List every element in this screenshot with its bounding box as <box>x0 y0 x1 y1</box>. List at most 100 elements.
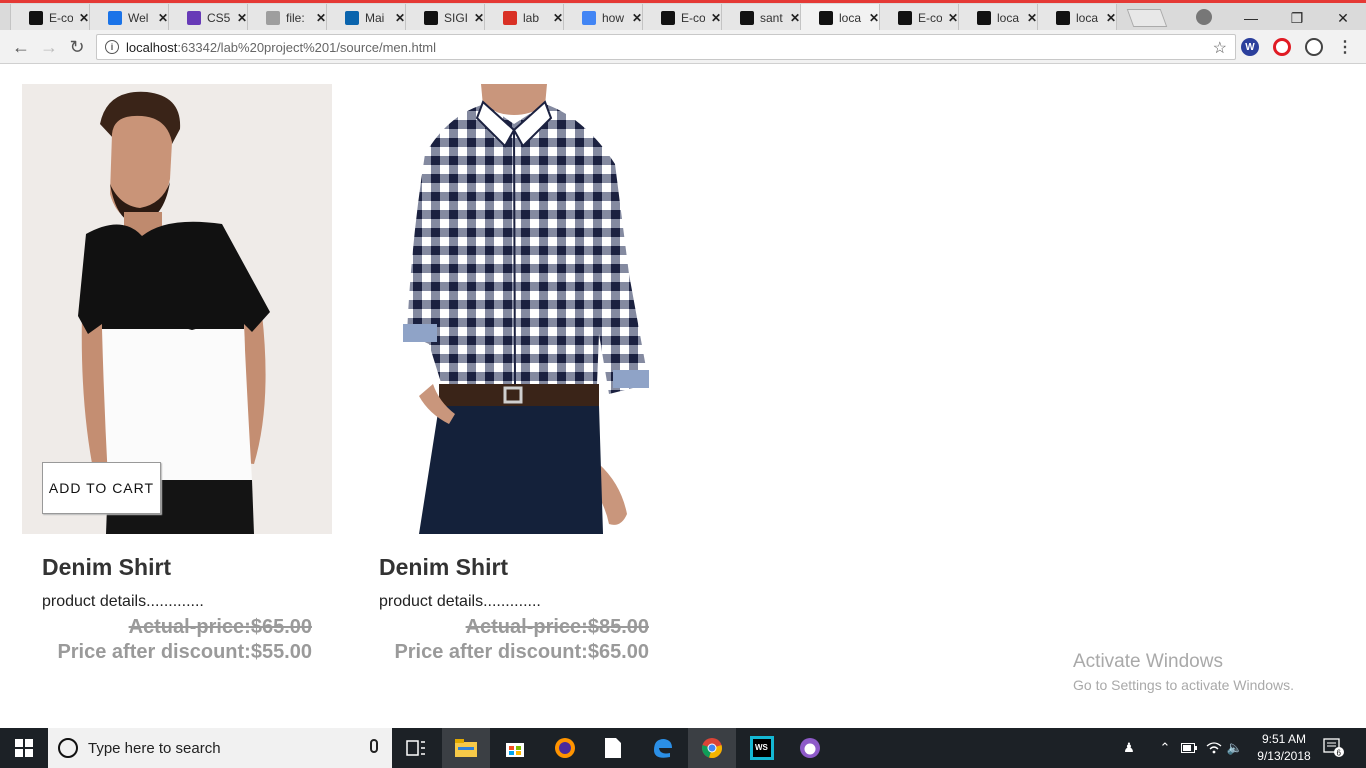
webstorm-icon <box>661 10 675 25</box>
activate-windows-watermark: Activate Windows Go to Settings to activ… <box>1073 651 1294 693</box>
tab-close-icon[interactable]: ✕ <box>632 11 642 25</box>
edge-icon[interactable] <box>638 728 686 768</box>
notepad-icon[interactable] <box>589 728 637 768</box>
tab-close-icon[interactable]: ✕ <box>474 11 484 25</box>
show-hidden-icons-button[interactable]: ⌃ <box>1156 728 1174 768</box>
outlook-icon <box>345 10 359 25</box>
tab-close-icon[interactable]: ✕ <box>948 11 958 25</box>
file-explorer-icon[interactable] <box>442 728 490 768</box>
microphone-icon[interactable] <box>370 739 378 753</box>
address-bar[interactable]: i localhost:63342/lab%20project%201/sour… <box>96 34 1236 60</box>
new-tab-button[interactable] <box>1126 9 1168 27</box>
tab-title: E-co <box>49 10 73 25</box>
browser-tab[interactable]: sant ✕ <box>721 4 801 31</box>
github-desktop-icon[interactable] <box>786 728 834 768</box>
actual-price: Actual-price:$65.00 <box>128 616 312 638</box>
tab-title: SIGI <box>444 10 468 25</box>
tab-close-icon[interactable]: ✕ <box>237 11 247 25</box>
product-image-checked-shirt[interactable] <box>359 84 669 534</box>
browser-tab[interactable]: E-co ✕ <box>879 4 959 31</box>
menu-icon[interactable]: ⋮ <box>1336 38 1354 56</box>
webstorm-icon <box>977 10 991 25</box>
action-center-icon[interactable]: 6 <box>1322 728 1346 768</box>
start-button[interactable] <box>0 728 48 768</box>
wifi-icon[interactable] <box>1204 728 1224 768</box>
windows-taskbar: Type here to search WS ♟ ⌃ 🔈 9:51 AM 9/1… <box>0 728 1366 768</box>
url-host: localhost <box>126 39 178 55</box>
wordpress-extension-icon[interactable]: W <box>1241 38 1259 56</box>
browser-tab[interactable]: lab ✕ <box>484 4 564 31</box>
browser-tab[interactable]: CS5 ✕ <box>168 4 248 31</box>
webstorm-icon <box>819 11 833 25</box>
taskbar-search-box[interactable]: Type here to search <box>48 728 392 768</box>
chrome-icon[interactable] <box>688 728 736 768</box>
site-info-icon[interactable]: i <box>105 40 119 54</box>
webstorm-icon <box>424 10 438 25</box>
tab-close-icon[interactable]: ✕ <box>1106 11 1116 25</box>
tab-close-icon[interactable]: ✕ <box>869 11 879 25</box>
tab-title: loca <box>1076 10 1099 25</box>
tab-close-icon[interactable]: ✕ <box>553 11 563 25</box>
browser-tab[interactable]: Wel ✕ <box>89 4 169 31</box>
browser-tab[interactable]: how ✕ <box>563 4 643 31</box>
system-clock[interactable]: 9:51 AM 9/13/2018 <box>1244 731 1324 765</box>
product-name: Denim Shirt <box>379 554 509 580</box>
tab-close-icon[interactable]: ✕ <box>158 11 168 25</box>
browser-toolbar: ← → ↻ i localhost:63342/lab%20project%20… <box>0 30 1366 64</box>
firefox-icon[interactable] <box>541 728 589 768</box>
tab-close-icon[interactable]: ✕ <box>79 11 89 25</box>
browser-tab[interactable]: loca ✕ <box>958 4 1038 31</box>
tab-title: sant <box>760 10 783 25</box>
window-close-button[interactable]: ✕ <box>1320 6 1366 30</box>
task-view-icon[interactable] <box>392 728 440 768</box>
forms-icon <box>187 10 201 25</box>
opera-extension-icon[interactable] <box>1273 38 1291 56</box>
forward-button[interactable]: → <box>38 36 60 58</box>
actual-price: Actual-price:$85.00 <box>465 616 649 638</box>
webstorm-icon[interactable]: WS <box>738 728 786 768</box>
webstorm-icon <box>1056 10 1070 25</box>
back-button[interactable]: ← <box>10 36 32 58</box>
browser-tab[interactable]: E-co ✕ <box>10 4 90 31</box>
bookmark-star-icon[interactable]: ☆ <box>1213 38 1227 58</box>
tab-title: Mai <box>365 10 385 25</box>
add-to-cart-button[interactable]: ADD TO CART <box>42 462 161 514</box>
tab-close-icon[interactable]: ✕ <box>316 11 326 25</box>
browser-tab[interactable]: E-co ✕ <box>642 4 722 31</box>
discount-price: Price after discount:$55.00 <box>57 641 312 663</box>
minimize-button[interactable]: — <box>1228 6 1274 30</box>
tab-title: E-co <box>918 10 942 25</box>
browser-tab[interactable]: SIGI ✕ <box>405 4 485 31</box>
volume-icon[interactable]: 🔈 <box>1226 728 1244 768</box>
page-content: ADD TO CART Denim Shirt product details.… <box>0 65 1366 728</box>
tab-title: Wel <box>128 10 149 25</box>
tab-title: CS5 <box>207 10 231 25</box>
reload-button[interactable]: ↻ <box>66 36 88 58</box>
maximize-button[interactable]: ❐ <box>1274 6 1320 30</box>
browser-tab[interactable]: loca ✕ <box>800 4 880 32</box>
browser-tab[interactable]: file: ✕ <box>247 4 327 31</box>
tab-close-icon[interactable]: ✕ <box>395 11 405 25</box>
product-card: ADD TO CART Denim Shirt product details.… <box>22 84 332 663</box>
checked-shirt-model-illustration <box>403 84 649 534</box>
tab-title: loca <box>997 10 1020 25</box>
people-icon[interactable]: ♟ <box>1118 728 1140 768</box>
tab-close-icon[interactable]: ✕ <box>711 11 721 25</box>
store-icon[interactable] <box>491 728 539 768</box>
tab-close-icon[interactable]: ✕ <box>1027 11 1037 25</box>
speed-dial-extension-icon[interactable] <box>1305 38 1323 56</box>
search-placeholder: Type here to search <box>88 739 221 757</box>
tab-title: E-co <box>681 10 705 25</box>
product-card: Denim Shirt product details.............… <box>359 84 669 663</box>
browser-tab[interactable]: loca ✕ <box>1037 4 1117 31</box>
profile-icon[interactable] <box>1196 9 1212 25</box>
battery-icon[interactable] <box>1180 728 1198 768</box>
tab-close-icon[interactable]: ✕ <box>790 11 800 25</box>
tab-strip: E-co ✕ Wel ✕ CS5 ✕ file: ✕ Mai ✕ SIGI ✕ lab ✕ how ✕ E-co… <box>0 0 1366 32</box>
gmail-icon <box>503 10 517 25</box>
url-text[interactable]: localhost:63342/lab%20project%201/source… <box>126 40 436 55</box>
product-image-tshirt[interactable]: ADD TO CART <box>22 84 332 534</box>
box-icon <box>108 10 122 25</box>
browser-tab[interactable]: Mai ✕ <box>326 4 406 31</box>
google-icon <box>582 10 596 25</box>
